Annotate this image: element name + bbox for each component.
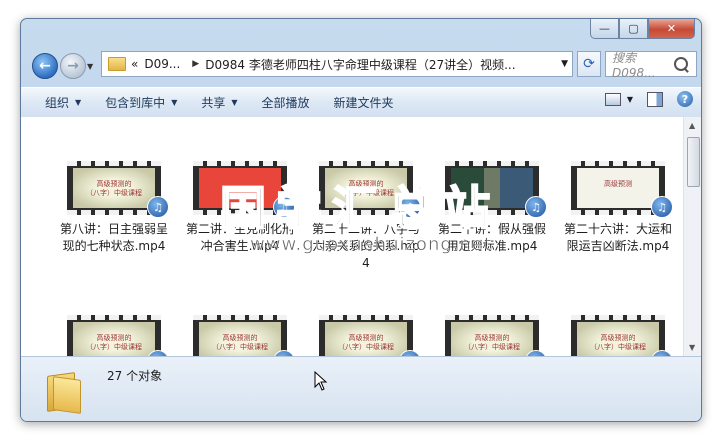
play-all-button[interactable]: 全部播放: [262, 94, 310, 111]
thumbnail-text: 高级预测的 （八字）中级课程: [86, 180, 142, 198]
search-input[interactable]: 搜索 D098...: [606, 49, 674, 80]
thumbnail-text: 高级预测的 （八字）中级课程: [464, 334, 520, 352]
chevron-right-icon[interactable]: ▶: [192, 59, 199, 69]
thumbnail-text: 高级预测的 （八字）中级课程: [86, 334, 142, 352]
refresh-icon: ⟳: [583, 56, 595, 72]
chevron-down-icon[interactable]: ▼: [627, 95, 633, 104]
video-thumbnail: 高级预测的 （八字）中级课程♫: [193, 315, 295, 356]
minimize-button[interactable]: —: [590, 19, 619, 39]
video-thumbnail: 高级预测 ♫: [571, 161, 673, 218]
organize-menu[interactable]: 组织 ▼: [45, 94, 81, 111]
media-player-badge-icon: ♫: [147, 196, 169, 218]
preview-pane-icon[interactable]: [647, 91, 663, 107]
folder-icon: [47, 370, 81, 414]
scroll-up-icon[interactable]: ▲: [689, 121, 695, 130]
thumbnail-text: 高级预测的 （八字）中级课程: [590, 334, 646, 352]
organize-label: 组织: [45, 96, 70, 110]
file-item[interactable]: 高级预测的 （八字）中级课程♫: [311, 315, 421, 356]
thumbnail-frame: 高级预测的 （八字）中级课程: [199, 322, 281, 356]
vertical-scrollbar[interactable]: ▲ ▼: [683, 117, 701, 356]
video-thumbnail: 高级预测的 （八字）中级课程♫: [445, 315, 547, 356]
navigation-bar: ← → ▼ « D09... ▶ D0984 李德老师四柱八字命理中级课程（27…: [21, 47, 701, 81]
video-thumbnail: 高级预测的 （八字）中级课程♫: [67, 315, 169, 356]
play-all-label: 全部播放: [261, 96, 310, 110]
forward-button[interactable]: →: [60, 53, 86, 79]
thumbnail-frame: 高级预测的 （八字）中级课程: [325, 322, 407, 356]
watermark-url: www.guoxuehuizong.net: [250, 234, 493, 256]
chevron-down-icon: ▼: [171, 98, 178, 107]
video-thumbnail: 高级预测的 （八字）中级课程♫: [571, 315, 673, 356]
thumbnail-frame: 高级预测的 （八字）中级课程: [577, 322, 659, 356]
video-thumbnail: 高级预测的 （八字）中级课程 ♫: [67, 161, 169, 218]
forward-arrow-icon: →: [67, 58, 79, 74]
new-folder-label: 新建文件夹: [333, 96, 394, 110]
scroll-down-icon[interactable]: ▼: [689, 343, 695, 352]
media-player-badge-icon: ♫: [525, 196, 547, 218]
file-name: 第八讲：日主强弱呈现的七种状态.mp4: [59, 222, 168, 253]
new-folder-button[interactable]: 新建文件夹: [334, 94, 394, 111]
thumbnail-text: 高级预测的 （八字）中级课程: [212, 334, 268, 352]
thumbnail-text: 高级预测的 （八字）中级课程: [338, 334, 394, 352]
include-in-library-label: 包含到库中: [105, 96, 166, 110]
share-menu[interactable]: 共享 ▼: [201, 94, 237, 111]
toolbar-right: ▼ ?: [604, 91, 693, 107]
thumbnail-frame: 高级预测的 （八字）中级课程: [451, 322, 533, 356]
close-button[interactable]: ✕: [648, 19, 695, 39]
breadcrumb-segment-2[interactable]: D0984 李德老师四柱八字命理中级课程（27讲全）视频...: [205, 56, 515, 73]
search-box[interactable]: 搜索 D098...: [605, 49, 697, 80]
caption-buttons: — ▢ ✕: [590, 19, 695, 39]
back-button[interactable]: ←: [32, 53, 58, 79]
thumbnail-text: 高级预测: [604, 180, 632, 188]
chevron-down-icon: ▼: [75, 98, 82, 107]
details-pane: 27 个对象: [21, 356, 701, 421]
share-label: 共享: [201, 96, 226, 110]
file-item[interactable]: 高级预测的 （八字）中级课程♫: [185, 315, 295, 356]
video-thumbnail: 高级预测的 （八字）中级课程♫: [319, 315, 421, 356]
file-item[interactable]: 高级预测的 （八字）中级课程♫: [563, 315, 673, 356]
recent-pages-dropdown[interactable]: ▼: [87, 62, 93, 71]
maximize-button[interactable]: ▢: [619, 19, 648, 39]
thumbnail-frame: 高级预测: [577, 168, 659, 208]
file-name: 第二十六讲：大运和限运吉凶断法.mp4: [563, 222, 672, 253]
media-player-badge-icon: ♫: [651, 196, 673, 218]
back-arrow-icon: ←: [39, 58, 51, 74]
file-item[interactable]: 高级预测的 （八字）中级课程♫: [59, 315, 169, 356]
folder-icon: [108, 57, 126, 71]
scroll-thumb[interactable]: [687, 137, 700, 187]
file-item[interactable]: 高级预测 ♫ 第二十六讲：大运和限运吉凶断法.mp4: [563, 161, 673, 255]
search-icon[interactable]: [674, 57, 688, 71]
help-icon[interactable]: ?: [677, 91, 693, 107]
watermark-logo: 国学汇总站: [219, 180, 500, 236]
thumbnail-frame: 高级预测的 （八字）中级课程: [73, 322, 155, 356]
address-bar[interactable]: « D09... ▶ D0984 李德老师四柱八字命理中级课程（27讲全）视频.…: [101, 51, 573, 77]
refresh-button[interactable]: ⟳: [577, 51, 601, 77]
view-options-icon[interactable]: [604, 92, 621, 106]
chevron-down-icon: ▼: [231, 98, 238, 107]
breadcrumb-segment-1[interactable]: D09...: [144, 57, 180, 71]
file-item[interactable]: 高级预测的 （八字）中级课程 ♫ 第八讲：日主强弱呈现的七种状态.mp4: [59, 161, 169, 255]
address-overflow[interactable]: «: [131, 57, 138, 71]
include-in-library-menu[interactable]: 包含到库中 ▼: [105, 94, 177, 111]
item-count: 27 个对象: [107, 369, 163, 383]
thumbnail-frame: 高级预测的 （八字）中级课程: [73, 168, 155, 208]
file-item[interactable]: 高级预测的 （八字）中级课程♫: [437, 315, 547, 356]
command-bar: 组织 ▼ 包含到库中 ▼ 共享 ▼ 全部播放 新建文件夹 ▼ ?: [21, 87, 701, 118]
address-dropdown-icon[interactable]: ▼: [561, 59, 568, 69]
